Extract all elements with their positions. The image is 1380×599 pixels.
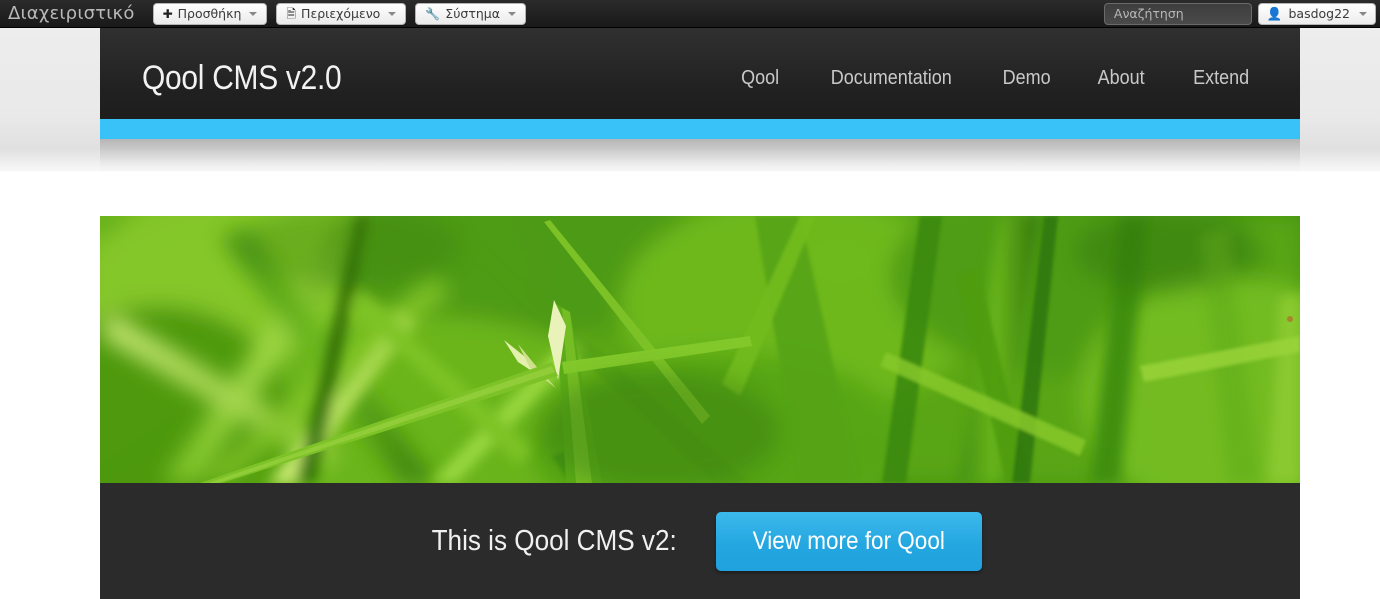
user-menu-label: basdog22 — [1288, 6, 1350, 21]
admin-button-content-label: Περιεχόμενο — [301, 6, 381, 21]
admin-button-add[interactable]: ✚ Προσθήκη — [152, 2, 268, 25]
grass-photo-illustration — [100, 216, 1300, 483]
chevron-down-icon — [388, 11, 397, 16]
main-navigation: Qool Documentation Demo About Extend — [697, 67, 1252, 90]
document-icon: 🗎 — [286, 6, 297, 21]
view-more-button-label: View more for Qool — [753, 526, 946, 555]
site-logo[interactable]: Qool CMS v2.0 — [142, 59, 342, 98]
admin-button-system-label: Σύστημα — [445, 6, 500, 21]
hero-caption-text: This is Qool CMS v2: — [431, 524, 677, 557]
wrench-icon: 🔧 — [425, 6, 441, 21]
nav-item-documentation[interactable]: Documentation — [830, 67, 951, 90]
hero-caption-bar: This is Qool CMS v2: View more for Qool — [100, 483, 1300, 599]
view-more-button[interactable]: View more for Qool — [716, 511, 982, 571]
search-input[interactable] — [1103, 2, 1252, 25]
hero-section: This is Qool CMS v2: View more for Qool — [100, 216, 1300, 599]
chevron-down-icon — [508, 11, 516, 16]
admin-button-system[interactable]: 🔧 Σύστημα — [415, 2, 526, 25]
admin-button-content[interactable]: 🗎 Περιεχόμενο — [276, 2, 407, 25]
nav-item-extend[interactable]: Extend — [1193, 67, 1249, 90]
plus-icon: ✚ — [162, 6, 173, 21]
hero-image — [100, 216, 1300, 483]
admin-bar: Διαχειριστικό ✚ Προσθήκη 🗎 Περιεχόμενο 🔧… — [0, 0, 1380, 28]
admin-brand[interactable]: Διαχειριστικό — [8, 3, 135, 24]
user-icon: 👤 — [1266, 5, 1283, 21]
chevron-down-icon — [249, 11, 258, 16]
nav-item-about[interactable]: About — [1098, 67, 1145, 90]
admin-bar-right: 👤 basdog22 — [1103, 2, 1380, 25]
accent-bar — [100, 119, 1300, 139]
chevron-down-icon — [1359, 11, 1367, 16]
admin-button-add-label: Προσθήκη — [177, 6, 242, 21]
nav-item-qool[interactable]: Qool — [741, 67, 779, 90]
nav-item-demo[interactable]: Demo — [1003, 67, 1051, 90]
site-header: Qool CMS v2.0 Qool Documentation Demo Ab… — [100, 28, 1300, 129]
user-menu-button[interactable]: 👤 basdog22 — [1257, 2, 1376, 25]
